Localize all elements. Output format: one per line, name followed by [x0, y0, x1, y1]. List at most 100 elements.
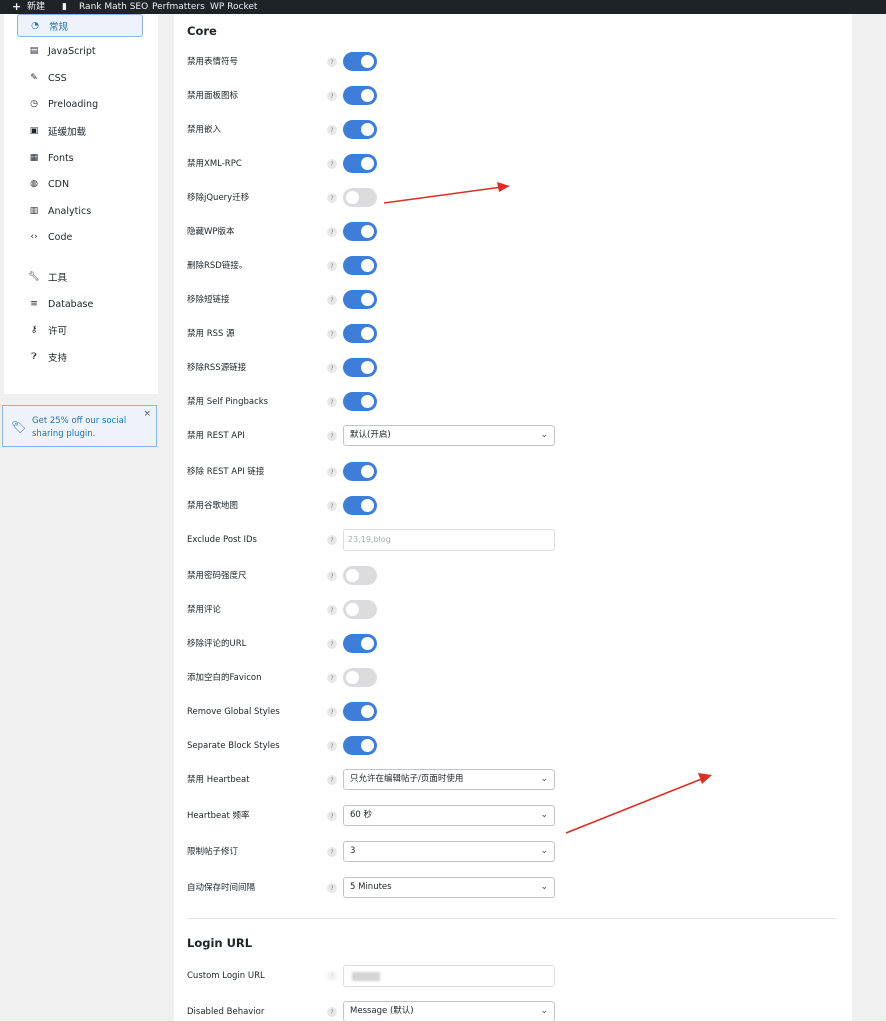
sidebar-item-label: JavaScript: [48, 45, 96, 57]
toggle-switch[interactable]: [343, 256, 377, 275]
help-icon[interactable]: ?: [327, 639, 337, 649]
help-icon[interactable]: ?: [327, 125, 337, 135]
setting-label: Custom Login URL: [187, 971, 265, 981]
file-icon: ▤: [29, 46, 39, 56]
post-revisions-select[interactable]: 3 ⌄: [343, 841, 555, 862]
exclude-post-ids-input[interactable]: 23,19,blog: [343, 529, 555, 551]
toggle-switch[interactable]: [343, 462, 377, 481]
help-icon[interactable]: ?: [327, 1007, 337, 1017]
sidebar-item-tools[interactable]: 🔧︎ 工具: [17, 266, 143, 288]
sidebar-item-support[interactable]: ❓︎ 支持: [17, 346, 143, 368]
setting-row: 移除短链接 ?: [174, 288, 852, 312]
clock-icon: ◷: [30, 99, 38, 109]
setting-row: 移除 REST API 链接 ?: [174, 460, 852, 484]
sidebar-item-database[interactable]: ≡ Database: [17, 293, 143, 315]
toggle-switch[interactable]: [343, 736, 377, 755]
admin-bar-new[interactable]: 新建: [27, 0, 45, 14]
sidebar-item-license[interactable]: ⚷ 许可: [17, 319, 143, 341]
toggle-switch[interactable]: [343, 702, 377, 721]
help-icon[interactable]: ?: [327, 363, 337, 373]
help-icon[interactable]: ?: [327, 707, 337, 717]
help-icon[interactable]: ?: [327, 227, 337, 237]
toggle-switch[interactable]: [343, 154, 377, 173]
tag-icon: 🏷︎: [11, 420, 27, 434]
plus-icon[interactable]: +: [12, 0, 21, 14]
sidebar-item-cdn[interactable]: ◍ CDN: [17, 173, 143, 195]
setting-label: 移除 REST API 链接: [187, 467, 265, 477]
select-value: 60 秒: [350, 810, 373, 820]
input-placeholder: 23,19,blog: [348, 535, 391, 544]
help-icon[interactable]: ?: [327, 971, 337, 981]
chevron-down-icon: ⌄: [540, 1006, 548, 1016]
close-icon[interactable]: ×: [143, 409, 151, 419]
promo-banner[interactable]: 🏷︎ Get 25% off our social sharing plugin…: [2, 405, 157, 447]
toggle-switch[interactable]: [343, 668, 377, 687]
help-icon[interactable]: ?: [327, 159, 337, 169]
help-icon[interactable]: ?: [327, 775, 337, 785]
sidebar-item-analytics[interactable]: ▥ Analytics: [17, 200, 143, 222]
admin-bar-wp-rocket[interactable]: WP Rocket: [210, 0, 257, 14]
sidebar-item-preloading[interactable]: ◷ Preloading: [17, 93, 143, 115]
sidebar-item-general[interactable]: ◔ 常规: [17, 14, 143, 37]
sidebar-item-javascript[interactable]: ▤ JavaScript: [17, 40, 143, 62]
select-value: 默认(开启): [350, 430, 391, 440]
toggle-switch[interactable]: [343, 496, 377, 515]
toggle-switch[interactable]: [343, 324, 377, 343]
setting-row: 禁用谷歌地图 ?: [174, 494, 852, 518]
chevron-down-icon: ⌄: [540, 430, 548, 440]
help-icon[interactable]: ?: [327, 847, 337, 857]
help-icon[interactable]: ?: [327, 883, 337, 893]
setting-row: 禁用嵌入 ?: [174, 118, 852, 142]
toggle-switch[interactable]: [343, 222, 377, 241]
setting-label: Separate Block Styles: [187, 741, 280, 751]
sidebar-item-fonts[interactable]: ▦ Fonts: [17, 147, 143, 169]
setting-label: 禁用面板图标: [187, 91, 239, 101]
heartbeat-frequency-select[interactable]: 60 秒 ⌄: [343, 805, 555, 826]
dashboard-icon: ◔: [31, 20, 39, 31]
sidebar-item-label: Database: [48, 298, 94, 310]
help-icon[interactable]: ?: [327, 57, 337, 67]
help-icon[interactable]: ?: [327, 91, 337, 101]
sidebar-item-label: CSS: [48, 72, 67, 84]
setting-label: 自动保存时间间隔: [187, 883, 256, 893]
help-icon[interactable]: ?: [327, 501, 337, 511]
setting-label: 删除RSD链接。: [187, 261, 248, 271]
toggle-switch[interactable]: [343, 290, 377, 309]
help-icon[interactable]: ?: [327, 295, 337, 305]
help-icon[interactable]: ?: [327, 193, 337, 203]
help-icon[interactable]: ?: [327, 673, 337, 683]
help-icon[interactable]: ?: [327, 741, 337, 751]
toggle-switch[interactable]: [343, 188, 377, 207]
toggle-switch[interactable]: [343, 120, 377, 139]
setting-row: 删除RSD链接。 ?: [174, 254, 852, 278]
sidebar-item-lazy-load[interactable]: ▣ 延缓加载: [17, 120, 143, 142]
toggle-switch[interactable]: [343, 392, 377, 411]
toggle-switch[interactable]: [343, 358, 377, 377]
sidebar-item-css[interactable]: ✎ CSS: [17, 67, 143, 89]
help-icon[interactable]: ?: [327, 811, 337, 821]
help-icon[interactable]: ?: [327, 571, 337, 581]
toggle-switch[interactable]: [343, 566, 377, 585]
admin-bar-rank-math[interactable]: Rank Math SEO: [79, 0, 148, 14]
autosave-interval-select[interactable]: 5 Minutes ⌄: [343, 877, 555, 898]
toggle-switch[interactable]: [343, 634, 377, 653]
toggle-switch[interactable]: [343, 600, 377, 619]
toggle-switch[interactable]: [343, 52, 377, 71]
sidebar-item-code[interactable]: ‹› Code: [17, 226, 143, 248]
help-icon[interactable]: ?: [327, 329, 337, 339]
help-icon[interactable]: ?: [327, 431, 337, 441]
select-value: 5 Minutes: [350, 882, 392, 892]
setting-row: 禁用 Self Pingbacks ?: [174, 390, 852, 414]
help-icon[interactable]: ?: [327, 467, 337, 477]
disabled-behavior-select[interactable]: Message (默认) ⌄: [343, 1001, 555, 1022]
heartbeat-select[interactable]: 只允许在编辑帖子/页面时使用 ⌄: [343, 769, 555, 790]
setting-row: 移除jQuery迁移 ?: [174, 186, 852, 210]
custom-login-url-input[interactable]: [343, 965, 555, 987]
help-icon[interactable]: ?: [327, 535, 337, 545]
toggle-switch[interactable]: [343, 86, 377, 105]
admin-bar-perfmatters[interactable]: Perfmatters: [152, 0, 205, 14]
help-icon[interactable]: ?: [327, 397, 337, 407]
help-icon[interactable]: ?: [327, 605, 337, 615]
help-icon[interactable]: ?: [327, 261, 337, 271]
rest-api-select[interactable]: 默认(开启) ⌄: [343, 425, 555, 446]
